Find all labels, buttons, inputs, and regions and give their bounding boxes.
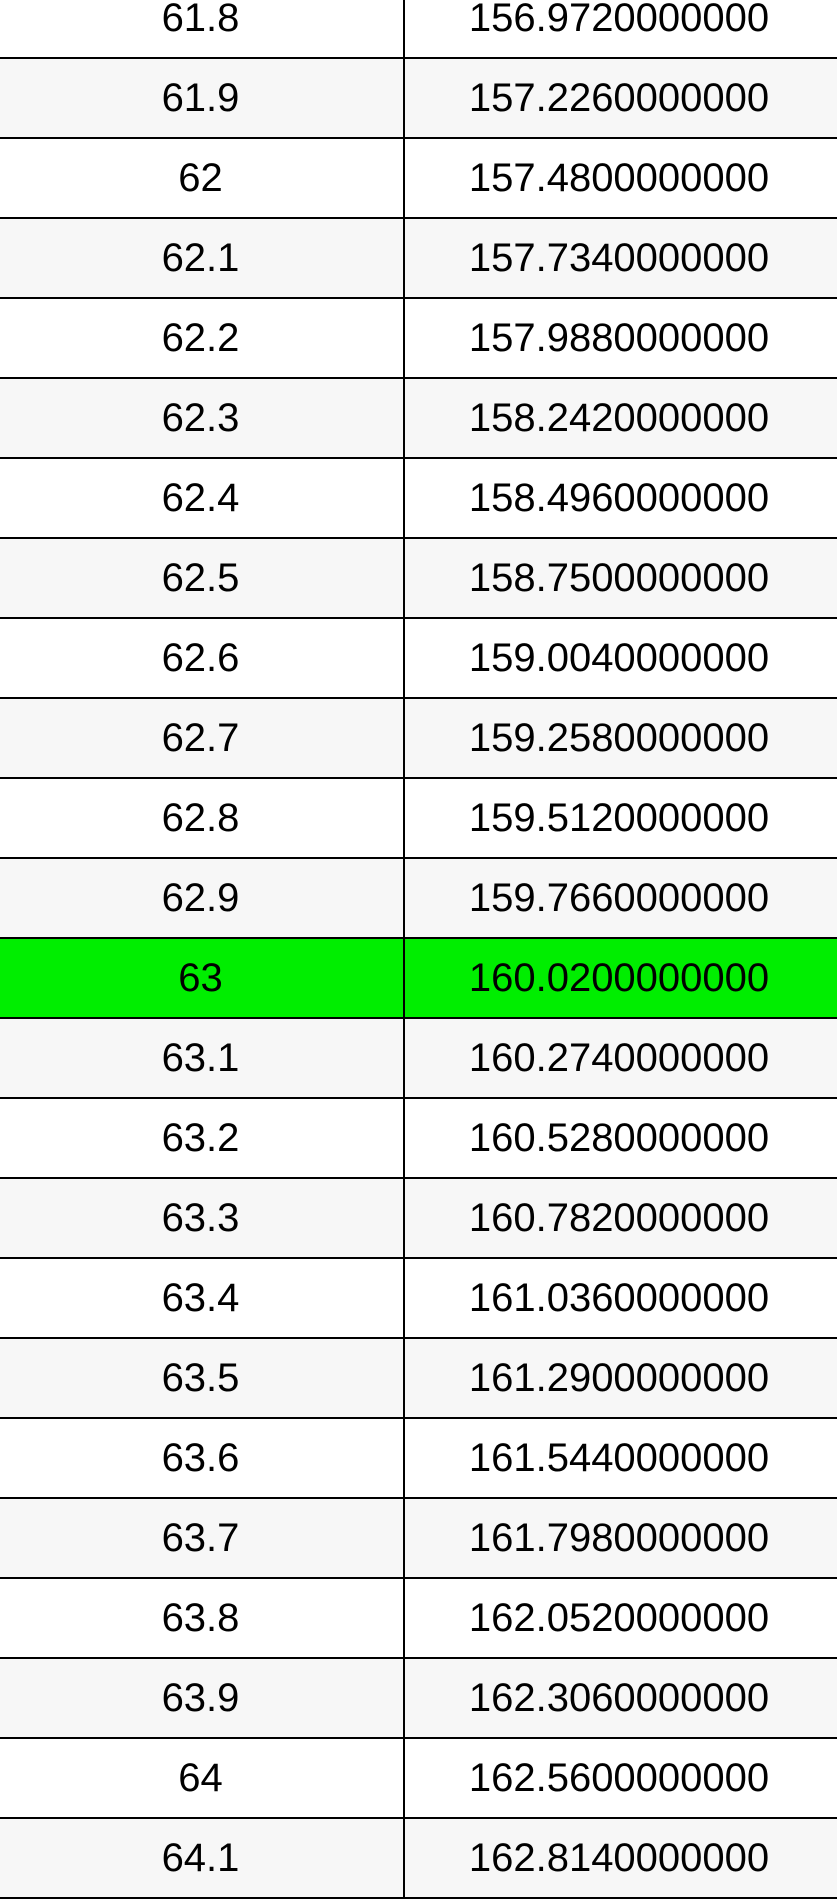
cell-to-value: 160.2740000000 bbox=[404, 1018, 837, 1099]
cell-to-value: 162.3060000000 bbox=[404, 1658, 837, 1739]
cell-to-value: 157.4800000000 bbox=[404, 138, 837, 219]
cell-to-value: 159.7660000000 bbox=[404, 858, 837, 939]
cell-to-value: 158.4960000000 bbox=[404, 458, 837, 539]
table-row: 62.5 158.7500000000 bbox=[0, 538, 837, 619]
cell-to-value: 162.0520000000 bbox=[404, 1578, 837, 1659]
cell-from-value: 64.1 bbox=[0, 1818, 405, 1899]
cell-from-value: 62.2 bbox=[0, 298, 405, 379]
cell-from-value: 61.8 bbox=[0, 0, 405, 59]
cell-from-value: 62.4 bbox=[0, 458, 405, 539]
cell-from-value: 63.7 bbox=[0, 1498, 405, 1579]
cell-to-value: 158.7500000000 bbox=[404, 538, 837, 619]
cell-to-value: 158.2420000000 bbox=[404, 378, 837, 459]
cell-to-value: 161.5440000000 bbox=[404, 1418, 837, 1499]
table-body: 61.8 156.9720000000 61.9 157.2260000000 62 15… bbox=[0, 0, 837, 1899]
cell-from-value: 63.4 bbox=[0, 1258, 405, 1339]
table-row: 63.4 161.0360000000 bbox=[0, 1258, 837, 1339]
cell-to-value: 157.7340000000 bbox=[404, 218, 837, 299]
cell-to-value: 157.9880000000 bbox=[404, 298, 837, 379]
table-row: 62 157.4800000000 bbox=[0, 138, 837, 219]
conversion-table: 61.8 156.9720000000 61.9 157.2260000000 62 15… bbox=[0, 0, 837, 1899]
table-row: 62.1 157.7340000000 bbox=[0, 218, 837, 299]
cell-from-value: 63.8 bbox=[0, 1578, 405, 1659]
cell-from-value: 62.8 bbox=[0, 778, 405, 859]
table-row: 63.1 160.2740000000 bbox=[0, 1018, 837, 1099]
cell-from-value: 63.5 bbox=[0, 1338, 405, 1419]
cell-from-value: 63.9 bbox=[0, 1658, 405, 1739]
table-row: 64.1 162.8140000000 bbox=[0, 1818, 837, 1899]
cell-from-value: 62.5 bbox=[0, 538, 405, 619]
cell-from-value: 62 bbox=[0, 138, 405, 219]
cell-to-value: 160.5280000000 bbox=[404, 1098, 837, 1179]
table-row: 62.3 158.2420000000 bbox=[0, 378, 837, 459]
table-row: 63.6 161.5440000000 bbox=[0, 1418, 837, 1499]
cell-to-value: 157.2260000000 bbox=[404, 58, 837, 139]
table-row: 63.9 162.3060000000 bbox=[0, 1658, 837, 1739]
table-row: 63.7 161.7980000000 bbox=[0, 1498, 837, 1579]
table-row: 62.6 159.0040000000 bbox=[0, 618, 837, 699]
cell-to-value: 162.5600000000 bbox=[404, 1738, 837, 1819]
table-row: 62.8 159.5120000000 bbox=[0, 778, 837, 859]
cell-from-value: 62.1 bbox=[0, 218, 405, 299]
cell-to-value: 161.7980000000 bbox=[404, 1498, 837, 1579]
cell-to-value: 159.5120000000 bbox=[404, 778, 837, 859]
cell-to-value: 159.2580000000 bbox=[404, 698, 837, 779]
table-row: 62.4 158.4960000000 bbox=[0, 458, 837, 539]
cell-from-value: 62.7 bbox=[0, 698, 405, 779]
table-row: 63.3 160.7820000000 bbox=[0, 1178, 837, 1259]
table-row: 62.7 159.2580000000 bbox=[0, 698, 837, 779]
cell-to-value: 161.0360000000 bbox=[404, 1258, 837, 1339]
cell-from-value: 63 bbox=[0, 938, 405, 1019]
cell-from-value: 62.6 bbox=[0, 618, 405, 699]
cell-from-value: 64 bbox=[0, 1738, 405, 1819]
cell-from-value: 63.1 bbox=[0, 1018, 405, 1099]
cell-to-value: 161.2900000000 bbox=[404, 1338, 837, 1419]
cell-to-value: 160.0200000000 bbox=[404, 938, 837, 1019]
cell-to-value: 160.7820000000 bbox=[404, 1178, 837, 1259]
table-row: 62.9 159.7660000000 bbox=[0, 858, 837, 939]
cell-to-value: 156.9720000000 bbox=[404, 0, 837, 59]
table-row: 64 162.5600000000 bbox=[0, 1738, 837, 1819]
table-row: 63.8 162.0520000000 bbox=[0, 1578, 837, 1659]
table-row: 62.2 157.9880000000 bbox=[0, 298, 837, 379]
cell-from-value: 63.6 bbox=[0, 1418, 405, 1499]
cell-from-value: 63.3 bbox=[0, 1178, 405, 1259]
cell-from-value: 62.3 bbox=[0, 378, 405, 459]
cell-to-value: 159.0040000000 bbox=[404, 618, 837, 699]
table-row-highlighted: 63 160.0200000000 bbox=[0, 938, 837, 1019]
cell-from-value: 62.9 bbox=[0, 858, 405, 939]
table-row: 63.5 161.2900000000 bbox=[0, 1338, 837, 1419]
table-row: 61.9 157.2260000000 bbox=[0, 58, 837, 139]
table-row: 61.8 156.9720000000 bbox=[0, 0, 837, 59]
cell-from-value: 61.9 bbox=[0, 58, 405, 139]
table-row: 63.2 160.5280000000 bbox=[0, 1098, 837, 1179]
cell-to-value: 162.8140000000 bbox=[404, 1818, 837, 1899]
cell-from-value: 63.2 bbox=[0, 1098, 405, 1179]
